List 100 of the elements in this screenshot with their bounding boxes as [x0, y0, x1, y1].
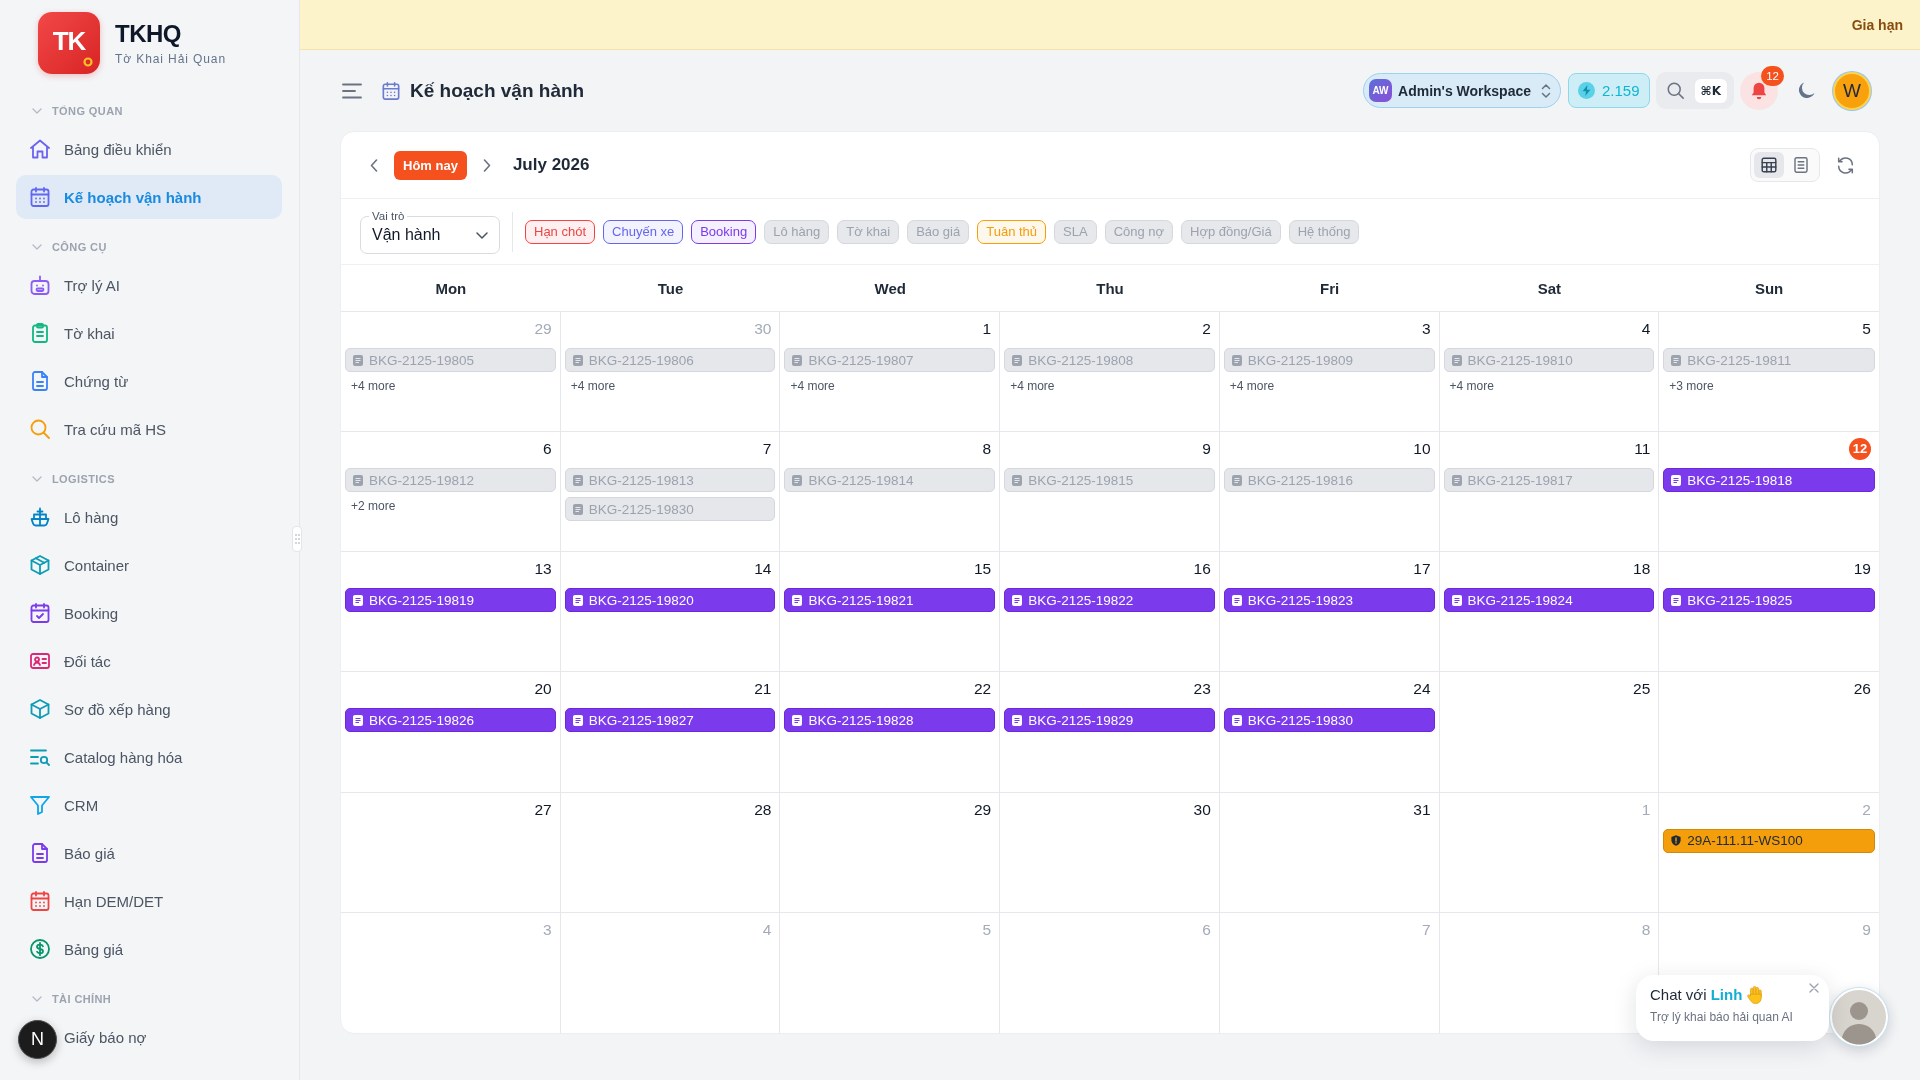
calendar-event[interactable]: BKG-2125-19824	[1443, 588, 1655, 613]
sidebar-item[interactable]: Chứng từ	[16, 359, 282, 403]
contact-card-icon	[30, 651, 50, 671]
bell-icon	[1750, 81, 1768, 100]
calendar-event[interactable]: BKG-2125-19825	[1663, 588, 1875, 613]
chevron-right-icon	[482, 158, 491, 172]
document-icon	[1012, 354, 1023, 366]
document-icon	[572, 354, 583, 366]
more-events-link[interactable]: +4 more	[1449, 378, 1494, 395]
sidebar-item[interactable]: Đối tác	[16, 639, 282, 683]
document-icon	[353, 594, 363, 606]
dev-tools-button[interactable]: N	[18, 1020, 57, 1059]
sidebar-item[interactable]: Báo giá	[16, 831, 282, 875]
filter-chip[interactable]: Booking	[691, 219, 757, 244]
today-button[interactable]: Hôm nay	[394, 150, 467, 180]
day-number: 7	[1421, 919, 1431, 940]
list-search-icon	[30, 747, 50, 767]
sidebar-item[interactable]: Container	[16, 543, 282, 587]
day-number: 1	[982, 319, 992, 339]
calendar-event[interactable]: BKG-2125-19827	[564, 708, 776, 733]
sidebar-item[interactable]: Lô hàng	[16, 495, 282, 539]
day-number: 2	[1862, 799, 1871, 820]
more-events-link[interactable]: +4 more	[790, 378, 835, 395]
avatar-silhouette-icon[interactable]	[1830, 988, 1888, 1046]
renew-link[interactable]: Gia hạn	[1851, 16, 1903, 33]
sidebar-item[interactable]: Kế hoạch vận hành	[16, 175, 282, 219]
waving-hand-icon	[1747, 986, 1763, 1004]
document-icon	[1451, 594, 1462, 606]
sidebar-item[interactable]: Catalog hàng hóa	[16, 735, 282, 779]
chat-subtitle: Trợ lý khai báo hải quan AI	[1650, 1010, 1794, 1025]
moon-icon	[1797, 80, 1815, 101]
resize-handle[interactable]	[292, 526, 302, 552]
calendar-event[interactable]: BKG-2125-19820	[564, 588, 776, 613]
calendar-event[interactable]: BKG-2125-19823	[1223, 588, 1435, 613]
logo-text: TK	[52, 28, 86, 54]
dollar-icon	[30, 939, 50, 959]
more-events-link[interactable]: +2 more	[351, 498, 396, 516]
day-number: 16	[1193, 559, 1211, 580]
chat-bubble[interactable]: Chat với Linh Trợ lý khai báo hải quan AI	[1636, 975, 1829, 1041]
day-number: 30	[754, 319, 772, 339]
sidebar-item[interactable]: Sơ đồ xếp hàng	[16, 687, 282, 731]
workspace-switcher[interactable]: AW Admin's Workspace	[1363, 73, 1561, 108]
search-button[interactable]: ⌘K	[1655, 72, 1734, 109]
filter-chip[interactable]: Chuyến xe	[603, 219, 684, 244]
sidebar-item[interactable]: Bảng điều khiển	[16, 127, 282, 171]
document-icon	[353, 354, 363, 366]
refresh-icon	[1836, 156, 1854, 174]
day-number: 7	[762, 439, 772, 460]
month-view-button[interactable]	[1754, 152, 1784, 178]
document-icon	[1231, 354, 1242, 366]
shortcut-key: ⌘K	[1694, 78, 1727, 103]
calendar-event[interactable]: BKG-2125-19830	[1223, 708, 1435, 733]
calendar-event[interactable]: BKG-2125-19826	[345, 708, 556, 733]
clipboard-icon	[30, 323, 50, 343]
sidebar-item[interactable]: Booking	[16, 591, 282, 635]
day-number: 14	[754, 559, 772, 580]
calendar-event[interactable]: BKG-2125-19821	[784, 588, 996, 613]
more-events-link[interactable]: +4 more	[1010, 378, 1055, 395]
role-select[interactable]: Vai trò Vận hành	[360, 209, 500, 254]
grip-icon	[294, 534, 300, 544]
sidebar-item[interactable]: Trợ lý AI	[16, 263, 282, 307]
cube-icon	[30, 699, 50, 719]
calendar-event[interactable]: 29A-111.11-WS100	[1663, 828, 1875, 853]
sidebar-item[interactable]: Bảng giá	[16, 927, 282, 971]
close-button[interactable]	[1809, 983, 1819, 993]
weekday-label: Tue	[657, 279, 684, 297]
user-avatar[interactable]: W	[1833, 71, 1871, 110]
document-icon	[1231, 474, 1242, 486]
document-icon	[1671, 594, 1682, 606]
more-events-link[interactable]: +4 more	[1229, 378, 1275, 395]
document-icon	[1012, 715, 1023, 726]
sidebar-item[interactable]: Tra cứu mã HS	[16, 407, 282, 451]
document-icon	[1451, 474, 1462, 486]
brand-name: TKHQ	[115, 21, 181, 46]
calendar-event[interactable]: BKG-2125-19829	[1004, 708, 1215, 733]
sidebar-item[interactable]: Giấy báo nợ	[60, 1015, 282, 1059]
day-number: 11	[1634, 439, 1651, 460]
weekday-label: Fri	[1320, 279, 1340, 297]
calendar-event[interactable]: BKG-2125-19819	[345, 588, 556, 613]
calendar-event[interactable]: BKG-2125-19818	[1663, 468, 1875, 493]
calendar-check-icon	[30, 603, 50, 623]
calendar-event[interactable]: BKG-2125-19828	[784, 708, 996, 733]
day-number: 13	[534, 559, 552, 580]
field-label: Vai trò	[369, 209, 408, 223]
filter-chip[interactable]: Hạn chót	[525, 219, 596, 244]
more-events-link[interactable]: +4 more	[351, 378, 396, 395]
calendar-event[interactable]: BKG-2125-19822	[1004, 588, 1215, 613]
sidebar-item[interactable]: Tờ khai	[16, 311, 282, 355]
day-number: 8	[1641, 919, 1651, 940]
sidebar-item[interactable]: Hạn DEM/DET	[16, 879, 282, 923]
document-icon	[353, 474, 363, 486]
chevron-down-icon	[476, 231, 488, 239]
document-icon	[1671, 474, 1682, 486]
calendar-icon	[30, 891, 50, 911]
day-number: 20	[534, 679, 552, 700]
sidebar-item[interactable]: CRM	[16, 783, 282, 827]
more-events-link[interactable]: +4 more	[570, 378, 616, 395]
day-number: 5	[1862, 319, 1871, 339]
menu-button[interactable]	[342, 82, 362, 99]
more-events-link[interactable]: +3 more	[1669, 378, 1714, 395]
